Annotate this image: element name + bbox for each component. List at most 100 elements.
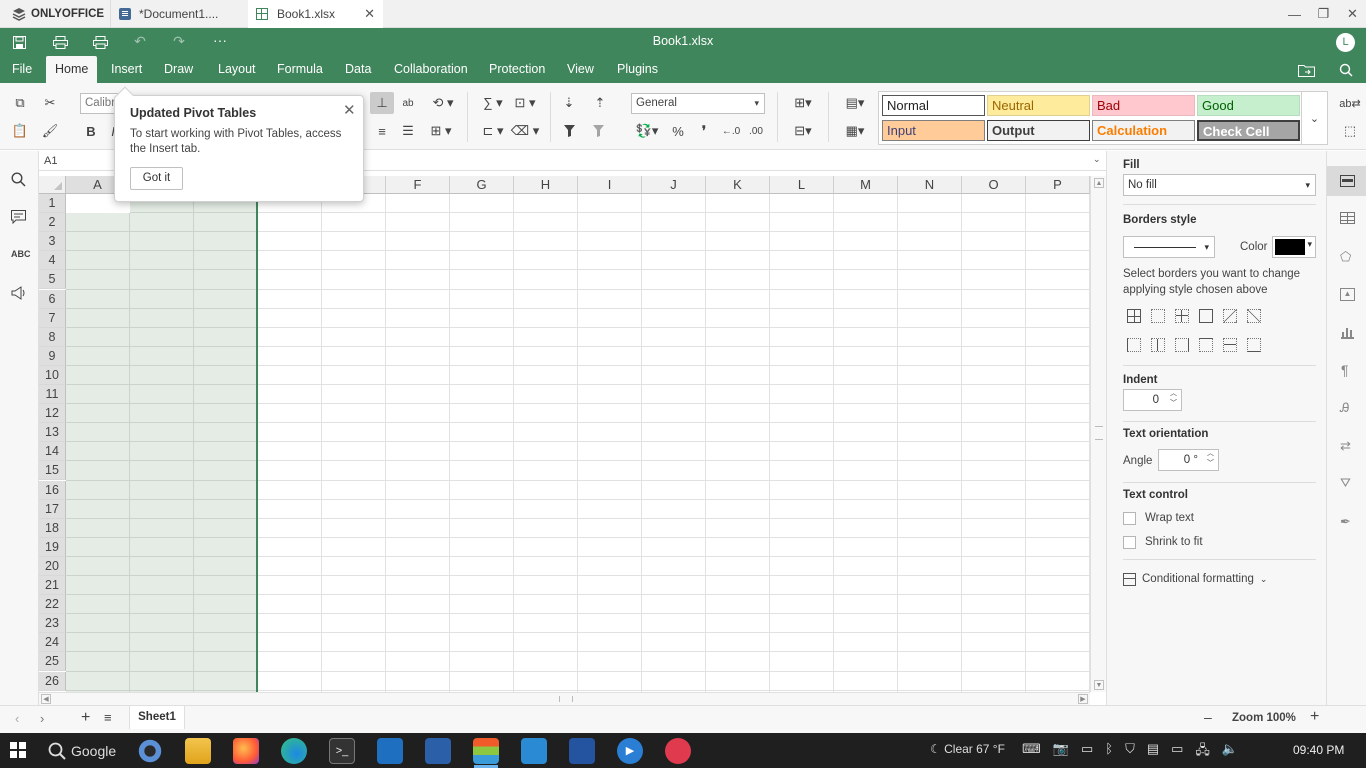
keyboard-icon[interactable]: ⌨ xyxy=(1022,741,1041,763)
horizontal-scrollbar[interactable]: ◀ ▶ xyxy=(39,692,1090,705)
row-header-18[interactable]: 18 xyxy=(39,518,66,538)
quick-print-icon[interactable] xyxy=(90,33,110,51)
angle-stepper[interactable]: 0 ° ︿ ﹀ xyxy=(1158,449,1219,471)
menu-protection[interactable]: Protection xyxy=(481,56,553,83)
firefox-icon[interactable] xyxy=(233,738,259,764)
menu-layout[interactable]: Layout xyxy=(210,56,264,83)
named-ranges-icon[interactable]: ⊏ ▾ xyxy=(478,120,508,142)
fill-select[interactable]: No fill ▾ xyxy=(1123,174,1316,196)
filter-icon[interactable] xyxy=(557,120,581,142)
clock[interactable]: 09:40 PM xyxy=(1293,743,1344,757)
tab-document1[interactable]: *Document1.... xyxy=(110,0,247,28)
all-borders-icon[interactable] xyxy=(1127,309,1141,323)
row-header-1[interactable]: 1 xyxy=(39,194,66,213)
wrap-text-label[interactable]: Wrap text xyxy=(1145,512,1194,524)
wrap-text-checkbox[interactable] xyxy=(1123,512,1136,525)
indent-stepper[interactable]: 0 ︿ ﹀ xyxy=(1123,389,1182,411)
row-header-26[interactable]: 26 xyxy=(39,671,66,691)
clipboard-icon[interactable]: ▤ xyxy=(1147,741,1159,763)
cell-reference-box[interactable]: A1 xyxy=(39,151,99,171)
stepper-arrows-icon[interactable]: ︿ ﹀ xyxy=(1207,449,1214,469)
security-icon[interactable]: ⛉ xyxy=(1125,741,1135,763)
column-header-m[interactable]: M xyxy=(834,176,898,194)
text-angle-icon[interactable]: ⟲ ▾ xyxy=(428,92,458,114)
sheet-list-icon[interactable]: ≡ xyxy=(104,710,112,725)
settings-app-icon[interactable] xyxy=(137,738,163,764)
style-output[interactable]: Output xyxy=(987,120,1090,141)
volume-icon[interactable]: 🔈 xyxy=(1222,741,1238,763)
row-header-11[interactable]: 11 xyxy=(39,385,66,404)
zoom-out-button[interactable]: – xyxy=(1204,709,1212,725)
format-painter-icon[interactable]: 🖌 xyxy=(38,120,62,142)
image-settings-icon[interactable]: ▲ xyxy=(1340,288,1355,301)
style-input[interactable]: Input xyxy=(882,120,985,141)
cut-icon[interactable]: ✂ xyxy=(38,92,62,114)
column-header-k[interactable]: K xyxy=(706,176,770,194)
undo-icon[interactable]: ↶ xyxy=(131,32,149,50)
style-calculation[interactable]: Calculation xyxy=(1092,120,1195,141)
onlyoffice-logo[interactable]: ONLYOFFICE xyxy=(12,0,104,28)
decrease-decimal-icon[interactable]: ←.0 xyxy=(719,120,743,142)
row-header-19[interactable]: 19 xyxy=(39,537,66,557)
feedback-icon[interactable] xyxy=(11,286,29,304)
delete-cells-icon[interactable]: ⊟▾ xyxy=(788,120,818,142)
comments-icon[interactable] xyxy=(11,210,29,228)
windows-start-icon[interactable] xyxy=(10,742,26,758)
number-format-select[interactable]: General ▾ xyxy=(631,93,765,114)
insert-cells-icon[interactable]: ⊞▾ xyxy=(788,92,818,114)
row-header-10[interactable]: 10 xyxy=(39,365,66,385)
tab-book1[interactable]: Book1.xlsx ✕ xyxy=(248,0,383,28)
column-header-f[interactable]: F xyxy=(386,176,450,194)
menu-formula[interactable]: Formula xyxy=(269,56,331,83)
inner-vertical-border-icon[interactable] xyxy=(1151,338,1165,352)
scroll-up-arrow[interactable]: ▲ xyxy=(1094,178,1104,188)
menu-plugins[interactable]: Plugins xyxy=(609,56,666,83)
top-border-icon[interactable] xyxy=(1199,338,1213,352)
no-borders-icon[interactable] xyxy=(1151,309,1165,323)
column-header-i[interactable]: I xyxy=(578,176,642,194)
onlyoffice-app-icon[interactable] xyxy=(473,738,499,764)
network-icon[interactable]: 🖧 xyxy=(1195,741,1210,763)
menu-file[interactable]: File xyxy=(4,56,40,83)
row-header-7[interactable]: 7 xyxy=(39,308,66,328)
menu-data[interactable]: Data xyxy=(337,56,379,83)
align-bottom-button[interactable]: ⊥ xyxy=(370,92,394,114)
column-header-g[interactable]: G xyxy=(450,176,514,194)
cell-settings-tab[interactable] xyxy=(1327,166,1366,196)
column-header-h[interactable]: H xyxy=(514,176,578,194)
taskbar-search[interactable]: Google xyxy=(48,738,116,764)
print-icon[interactable] xyxy=(50,33,70,51)
style-normal[interactable]: Normal xyxy=(882,95,985,116)
column-header-p[interactable]: P xyxy=(1026,176,1090,194)
increase-decimal-icon[interactable]: .00 xyxy=(744,120,768,142)
row-header-23[interactable]: 23 xyxy=(39,614,66,634)
app-icon-checker[interactable] xyxy=(569,738,595,764)
remote-desktop-icon[interactable] xyxy=(521,738,547,764)
media-player-icon[interactable]: ▶ xyxy=(617,738,643,764)
drive-icon[interactable]: ▭ xyxy=(1081,741,1093,763)
row-header-14[interactable]: 14 xyxy=(39,442,66,462)
tray-icons[interactable]: ⌨ 📷 ▭ ᛒ ⛉ ▤ ▭ 🖧 🔈 xyxy=(1022,741,1238,763)
row-header-5[interactable]: 5 xyxy=(39,270,66,290)
sort-ascending-icon[interactable]: ⇣ xyxy=(557,92,581,114)
row-header-20[interactable]: 20 xyxy=(39,556,66,576)
zoom-in-button[interactable]: + xyxy=(1310,708,1319,726)
diagonal-up-border-icon[interactable] xyxy=(1223,309,1237,323)
user-avatar[interactable]: L xyxy=(1336,33,1355,52)
align-right-button[interactable]: ≡ xyxy=(370,120,394,142)
style-check-cell[interactable]: Check Cell xyxy=(1197,120,1300,141)
voice-recorder-icon[interactable] xyxy=(665,738,691,764)
format-as-table-icon[interactable]: ▦▾ xyxy=(840,120,870,142)
row-header-25[interactable]: 25 xyxy=(39,652,66,672)
row-header-6[interactable]: 6 xyxy=(39,289,66,309)
conditional-format-icon[interactable]: ▤▾ xyxy=(840,92,870,114)
column-header-j[interactable]: J xyxy=(642,176,706,194)
row-header-8[interactable]: 8 xyxy=(39,327,66,347)
shrink-to-fit-checkbox[interactable] xyxy=(1123,536,1136,549)
scroll-left-arrow[interactable]: ◀ xyxy=(41,694,51,704)
orientation-icon[interactable]: ab xyxy=(396,92,420,114)
app-icon-blue[interactable] xyxy=(425,738,451,764)
copy-icon[interactable]: ⧉ xyxy=(8,92,32,114)
save-icon[interactable] xyxy=(10,33,28,51)
paste-icon[interactable]: 📋 xyxy=(8,120,32,142)
